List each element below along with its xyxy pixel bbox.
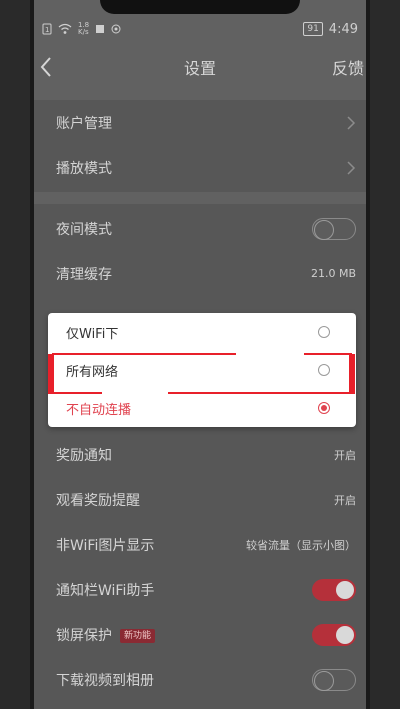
toggle-knob	[314, 670, 334, 691]
phone-frame-left	[0, 0, 30, 709]
row-night-mode[interactable]: 夜间模式	[34, 206, 366, 251]
reward-notice-value: 开启	[334, 448, 356, 462]
option-all-networks[interactable]: 所有网络	[48, 351, 356, 389]
annotation-top-line-right	[304, 353, 352, 355]
row-download-album[interactable]: 下载视频到相册	[34, 657, 366, 702]
new-feature-badge: 新功能	[120, 628, 156, 643]
cache-size: 21.0 MB	[310, 267, 356, 280]
option-no-autoplay[interactable]: 不自动连播	[48, 389, 356, 427]
clock: 4:49	[328, 21, 358, 37]
row-clear-cache[interactable]: 清理缓存 21.0 MB	[34, 251, 366, 296]
back-arrow-icon[interactable]	[38, 54, 54, 80]
phone-bezel-right	[366, 0, 370, 709]
option-label: 不自动连播	[66, 402, 132, 418]
annotation-bottom-line-right	[168, 392, 352, 394]
status-bar: 1 1.8 K/s 91 4:49	[34, 14, 366, 44]
row-label: 清理缓存	[56, 266, 112, 283]
row-label: 通知栏WiFi助手	[56, 582, 155, 599]
phone-frame-right	[370, 0, 400, 709]
record-icon	[111, 24, 121, 34]
radio-button-checked[interactable]	[318, 402, 330, 414]
annotation-bottom-line-left	[52, 392, 102, 394]
row-label: 播放模式	[56, 160, 112, 177]
sim-icon: 1	[42, 23, 52, 35]
option-wifi-only[interactable]: 仅WiFi下	[48, 313, 356, 351]
row-label: 下载视频到相册	[56, 672, 154, 689]
row-label-wrap: 锁屏保护 新功能	[56, 625, 156, 645]
status-right: 91 4:49	[303, 22, 358, 37]
svg-text:1: 1	[45, 26, 49, 34]
annotation-top-line-left	[52, 353, 236, 355]
download-album-toggle[interactable]	[312, 668, 356, 691]
net-speed-unit: K/s	[78, 28, 89, 36]
night-mode-toggle[interactable]	[312, 217, 356, 240]
toggle-knob	[336, 580, 354, 599]
row-notification-wifi[interactable]: 通知栏WiFi助手	[34, 567, 366, 612]
row-label: 观看奖励提醒	[56, 492, 140, 509]
phone-notch	[100, 0, 300, 14]
row-reward-notice[interactable]: 奖励通知 开启	[34, 432, 366, 477]
phone-screen: 1 1.8 K/s 91 4:49 设置 反馈 账户管理 播放模式 夜间模式 清…	[34, 0, 366, 709]
net-speed: 1.8 K/s	[78, 22, 89, 36]
feedback-button[interactable]: 反馈	[332, 55, 364, 79]
annotation-left-bar	[48, 354, 54, 394]
row-play-mode[interactable]: 播放模式	[34, 145, 366, 190]
row-non-wifi-image[interactable]: 非WiFi图片显示 较省流量（显示小图）	[34, 522, 366, 567]
battery-icon: 91	[303, 22, 323, 36]
option-label: 所有网络	[66, 364, 119, 380]
non-wifi-image-value: 较省流量（显示小图）	[246, 538, 356, 552]
settings-section-main: 夜间模式 清理缓存 21.0 MB 奖励通知 开启 观看奖励提醒 开启 非WiF…	[34, 204, 366, 709]
notification-wifi-toggle[interactable]	[312, 578, 356, 601]
radio-button[interactable]	[318, 326, 330, 338]
settings-section-account: 账户管理 播放模式	[34, 100, 366, 192]
row-label: 夜间模式	[56, 221, 112, 238]
page-title: 设置	[183, 59, 216, 78]
row-label: 锁屏保护	[56, 627, 112, 644]
row-label: 非WiFi图片显示	[56, 537, 155, 554]
radio-button[interactable]	[318, 364, 330, 376]
stop-icon	[96, 25, 105, 33]
annotation-right-bar	[349, 354, 355, 394]
chevron-right-icon	[347, 160, 356, 175]
toggle-knob	[336, 625, 354, 644]
watch-reward-value: 开启	[334, 493, 356, 507]
status-left: 1 1.8 K/s	[42, 22, 121, 36]
wifi-icon	[58, 23, 72, 34]
row-lock-screen[interactable]: 锁屏保护 新功能	[34, 612, 366, 657]
row-label: 奖励通知	[56, 447, 112, 464]
option-label: 仅WiFi下	[66, 326, 119, 342]
row-watch-reward[interactable]: 观看奖励提醒 开启	[34, 477, 366, 522]
page-header: 设置 反馈	[34, 44, 366, 90]
lock-screen-toggle[interactable]	[312, 623, 356, 646]
row-account-management[interactable]: 账户管理	[34, 100, 366, 145]
toggle-knob	[314, 219, 334, 240]
row-label: 账户管理	[56, 115, 112, 132]
chevron-right-icon	[347, 115, 356, 130]
autoplay-network-dialog: 仅WiFi下 所有网络 不自动连播	[48, 313, 356, 427]
